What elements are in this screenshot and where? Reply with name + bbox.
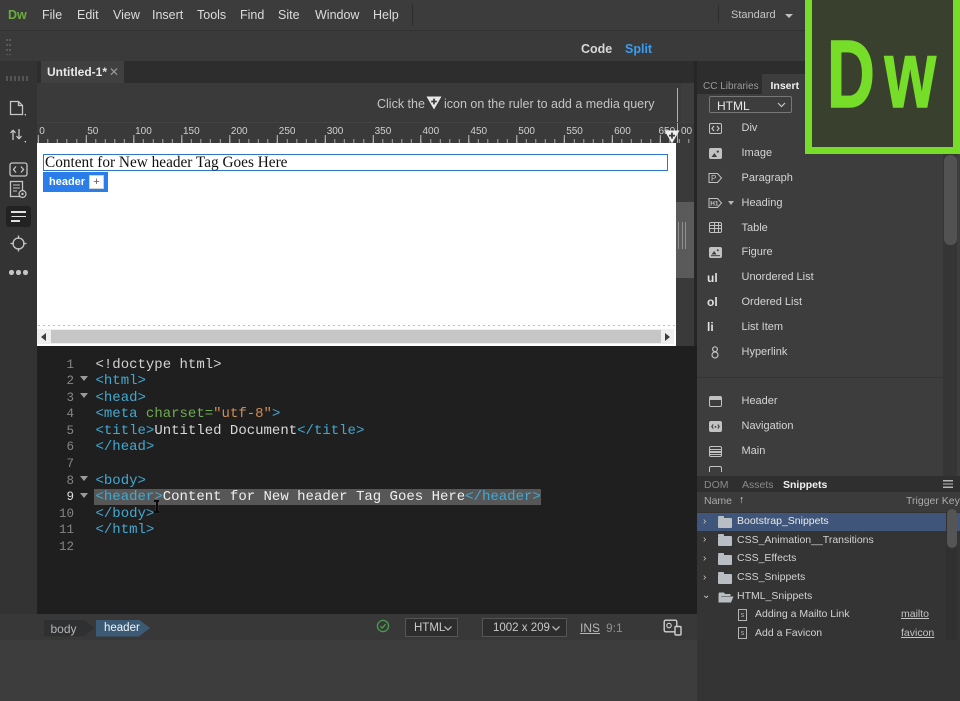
svg-text:H1: H1 [710, 201, 719, 208]
svg-text:P: P [711, 174, 716, 183]
